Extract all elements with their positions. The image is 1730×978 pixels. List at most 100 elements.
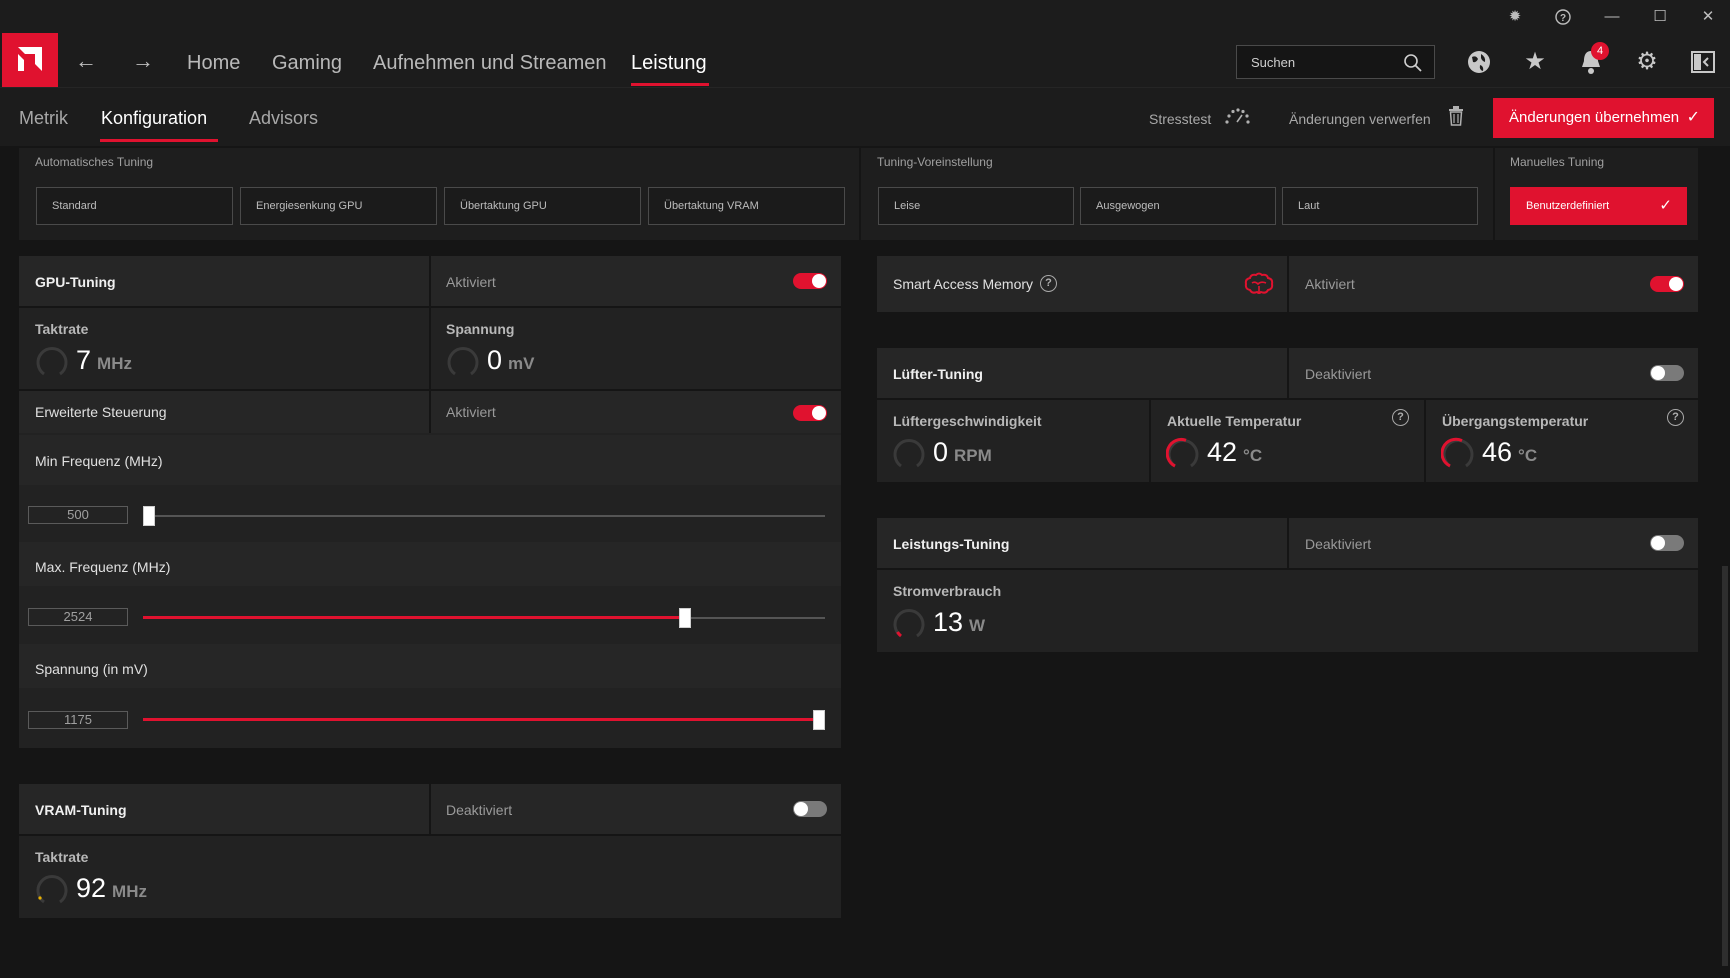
power-usage-unit: W [969,616,986,635]
row-divider [877,398,1698,400]
tab-performance[interactable]: Leistung [631,52,707,75]
column-divider [429,784,431,834]
fan-tuning-title: Lüfter-Tuning [893,366,983,382]
help-icon[interactable]: ? [1548,6,1578,28]
gpu-voltage-label: Spannung [446,321,515,337]
preset-custom-label: Benutzerdefiniert [1526,200,1610,212]
sam-toggle[interactable] [1650,276,1684,292]
power-tuning-status: Deaktiviert [1305,536,1372,552]
row-divider [19,834,841,836]
preset-balanced-button[interactable]: Ausgewogen [1080,187,1276,225]
stress-test-icon[interactable] [1224,107,1250,130]
back-arrow-icon[interactable]: ← [71,46,101,76]
sam-help-icon[interactable]: ? [1040,275,1057,292]
tab-gaming[interactable]: Gaming [272,52,342,75]
preset-loud-button[interactable]: Laut [1282,187,1478,225]
power-usage-number: 13 [933,607,964,637]
preset-divider [859,148,861,240]
tuning-preset-label: Tuning-Voreinstellung [877,155,993,169]
bug-report-icon[interactable]: ✹ [1500,6,1530,28]
junction-temp-gauge [1441,437,1474,468]
brain-icon [1244,272,1274,301]
discard-changes-label[interactable]: Änderungen verwerfen [1289,111,1431,127]
power-tuning-title: Leistungs-Tuning [893,536,1010,552]
max-frequency-fill [143,616,685,619]
vram-clock-label: Taktrate [35,849,89,865]
power-usage-label: Stromverbrauch [893,583,1002,599]
gpu-voltage-unit: mV [508,354,535,373]
amd-logo[interactable] [2,33,58,87]
voltage-slider-input[interactable]: 1175 [28,711,128,729]
preset-gpu-overclock-button[interactable]: Übertaktung GPU [444,187,641,225]
gear-icon[interactable]: ⚙ [1629,44,1665,80]
power-tuning-toggle[interactable] [1650,535,1684,551]
preset-vram-overclock-button[interactable]: Übertaktung VRAM [648,187,845,225]
search-icon[interactable] [1403,53,1423,73]
fan-tuning-toggle[interactable] [1650,365,1684,381]
search-box[interactable] [1236,45,1435,79]
min-frequency-track[interactable] [143,515,825,517]
power-usage-value: 13 W [933,607,985,638]
close-icon[interactable]: ✕ [1693,6,1723,28]
vram-clock-number: 92 [76,873,107,903]
gpu-clock-number: 7 [76,345,92,375]
search-input[interactable] [1237,46,1397,78]
current-temp-value: 42 °C [1207,437,1262,468]
advanced-control-label: Erweiterte Steuerung [35,404,167,420]
gpu-clock-gauge [36,347,68,376]
tab-configuration[interactable]: Konfiguration [101,108,207,129]
fan-speed-value: 0 RPM [933,437,992,468]
current-temp-label: Aktuelle Temperatur [1167,413,1302,429]
vram-clock-unit: MHz [112,882,147,901]
gpu-voltage-value: 0 mV [487,345,535,376]
voltage-slider-fill [143,718,819,721]
apply-changes-button[interactable]: Änderungen übernehmen ✓ [1493,98,1714,138]
junction-temp-help-icon[interactable]: ? [1667,409,1684,426]
vram-clock-value: 92 MHz [76,873,147,904]
column-divider [429,256,431,390]
trash-icon[interactable] [1448,106,1464,131]
maximize-icon[interactable]: ☐ [1645,6,1675,28]
gpu-voltage-gauge [447,347,479,376]
row-divider [19,306,841,308]
gpu-tuning-toggle[interactable] [793,273,827,289]
active-subtab-indicator [100,139,218,142]
forward-arrow-icon[interactable]: → [128,46,158,76]
junction-temp-unit: °C [1518,446,1538,465]
sidebar-toggle-icon[interactable] [1685,44,1721,80]
junction-temp-label: Übergangstemperatur [1442,413,1589,429]
preset-standard-button[interactable]: Standard [36,187,233,225]
tab-advisors[interactable]: Advisors [249,108,318,129]
svg-text:?: ? [1560,13,1566,24]
max-frequency-input[interactable]: 2524 [28,608,128,626]
gpu-clock-value: 7 MHz [76,345,132,376]
tab-home[interactable]: Home [187,52,240,75]
preset-quiet-button[interactable]: Leise [878,187,1074,225]
advanced-control-toggle[interactable] [793,405,827,421]
vram-tuning-toggle[interactable] [793,801,827,817]
voltage-slider-thumb[interactable] [813,710,825,730]
checkmark-icon: ✓ [1686,109,1700,126]
title-bar [0,0,1730,32]
power-usage-gauge [893,609,925,638]
current-temp-help-icon[interactable]: ? [1392,409,1409,426]
star-icon[interactable]: ★ [1517,44,1553,80]
gpu-clock-label: Taktrate [35,321,89,337]
scrollbar[interactable] [1722,566,1728,966]
min-frequency-input[interactable]: 500 [28,506,128,524]
min-frequency-thumb[interactable] [143,506,155,526]
column-divider [1287,518,1289,568]
current-temp-number: 42 [1207,437,1238,467]
minimize-icon[interactable]: — [1597,6,1627,28]
max-frequency-thumb[interactable] [679,608,691,628]
globe-icon[interactable] [1461,44,1497,80]
row-divider [877,568,1698,570]
active-tab-indicator [631,83,709,86]
preset-custom-button[interactable]: Benutzerdefiniert ✓ [1510,187,1687,225]
stress-test-label[interactable]: Stresstest [1149,111,1211,127]
sam-title: Smart Access Memory [893,276,1034,292]
tab-record-stream[interactable]: Aufnehmen und Streamen [373,52,607,75]
current-temp-unit: °C [1243,446,1263,465]
tab-metrics[interactable]: Metrik [19,108,68,129]
preset-gpu-undervolt-button[interactable]: Energiesenkung GPU [240,187,437,225]
